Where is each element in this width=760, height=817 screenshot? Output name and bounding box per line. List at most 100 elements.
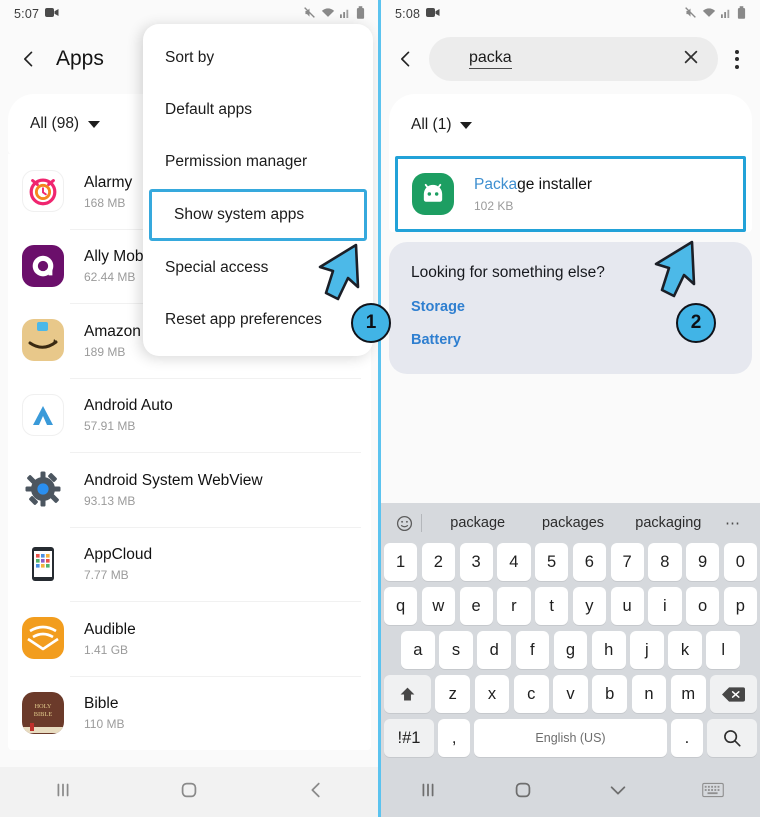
audible-icon [22, 617, 64, 660]
emoji-icon[interactable] [391, 514, 417, 533]
list-item-text: Alarmy 168 MB [84, 173, 132, 210]
search-input-value: packa [469, 49, 512, 69]
back-icon[interactable] [16, 46, 42, 72]
keyboard-icon[interactable] [701, 782, 724, 803]
key-2[interactable]: 2 [421, 543, 455, 581]
key-x[interactable]: x [474, 675, 510, 713]
more-options-icon[interactable] [724, 49, 750, 69]
key-1[interactable]: 1 [384, 543, 418, 581]
key-a[interactable]: a [400, 631, 435, 669]
key-0[interactable]: 0 [723, 543, 757, 581]
home-icon[interactable] [178, 779, 200, 806]
key-o[interactable]: o [686, 587, 720, 625]
recents-icon[interactable] [52, 779, 74, 806]
menu-item-label: Sort by [165, 49, 215, 66]
result-item-package-installer[interactable]: Package installer 102 KB [395, 156, 746, 232]
system-nav-bar [0, 767, 379, 817]
svg-text:HOLY: HOLY [34, 703, 51, 710]
list-item-text: Audible 1.41 GB [84, 620, 136, 657]
chevron-down-icon[interactable] [607, 779, 629, 806]
back-icon[interactable] [393, 46, 419, 72]
back-icon[interactable] [305, 779, 327, 806]
key-period[interactable]: . [671, 719, 703, 757]
key-8[interactable]: 8 [648, 543, 682, 581]
on-screen-keyboard: package packages packaging ⋯ 1 2 3 4 5 6… [381, 503, 760, 767]
suggestion-3[interactable]: packaging [621, 515, 716, 531]
more-suggestions-icon[interactable]: ⋯ [716, 514, 750, 532]
list-item[interactable]: AppCloud 7.77 MB [8, 526, 371, 602]
key-p[interactable]: p [723, 587, 757, 625]
menu-item-label: Permission manager [165, 153, 308, 170]
chevron-down-icon [88, 120, 101, 128]
key-4[interactable]: 4 [497, 543, 531, 581]
list-item[interactable]: Android Auto 57.91 MB [8, 377, 371, 453]
key-3[interactable]: 3 [459, 543, 493, 581]
key-u[interactable]: u [610, 587, 644, 625]
key-7[interactable]: 7 [610, 543, 644, 581]
app-name: Android System WebView [84, 471, 263, 489]
key-h[interactable]: h [591, 631, 626, 669]
key-m[interactable]: m [670, 675, 706, 713]
backspace-icon[interactable] [710, 675, 758, 713]
divider [421, 514, 422, 532]
app-size: 1.41 GB [84, 642, 129, 657]
key-n[interactable]: n [631, 675, 667, 713]
space-key[interactable]: English (US) [474, 719, 667, 757]
key-j[interactable]: j [630, 631, 664, 669]
key-t[interactable]: t [535, 587, 569, 625]
menu-item-sort-by[interactable]: Sort by [143, 32, 373, 84]
battery-icon [356, 6, 365, 22]
suggestion-1[interactable]: package [430, 515, 525, 531]
key-d[interactable]: d [477, 631, 511, 669]
list-item[interactable]: Audible 1.41 GB [8, 601, 371, 676]
key-c[interactable]: c [513, 675, 549, 713]
key-z[interactable]: z [435, 675, 471, 713]
key-l[interactable]: l [706, 631, 741, 669]
result-item-name: Package installer [474, 176, 592, 193]
key-b[interactable]: b [592, 675, 628, 713]
filter-chip-all[interactable]: All (1) [389, 96, 752, 154]
status-icons [684, 6, 746, 22]
right-phone-screen: 5:08 packa All (1) Package installer 102… [381, 0, 760, 817]
home-icon[interactable] [512, 779, 534, 806]
menu-item-show-system-apps[interactable]: Show system apps [149, 189, 367, 241]
list-item-text: Bible 110 MB [84, 694, 124, 731]
key-e[interactable]: e [459, 587, 493, 625]
clear-icon[interactable] [682, 48, 700, 70]
search-input[interactable]: packa [429, 37, 718, 81]
list-item[interactable]: HOLY BIBLE Bible 110 MB [8, 675, 371, 751]
key-f[interactable]: f [515, 631, 550, 669]
symbols-key[interactable]: !#1 [384, 719, 434, 757]
search-icon[interactable] [707, 719, 758, 757]
mouse-cursor [654, 240, 696, 298]
key-v[interactable]: v [553, 675, 588, 713]
key-y[interactable]: y [572, 587, 606, 625]
app-size: 57.91 MB [84, 419, 136, 434]
webview-icon [22, 468, 64, 511]
key-9[interactable]: 9 [686, 543, 720, 581]
key-5[interactable]: 5 [535, 543, 569, 581]
filter-label: All (1) [411, 116, 452, 133]
key-comma[interactable]: , [438, 719, 470, 757]
menu-item-permission-manager[interactable]: Permission manager [143, 136, 373, 188]
wifi-icon [321, 7, 335, 21]
key-w[interactable]: w [421, 587, 455, 625]
keyboard-row-bottom: z x c v b n m [383, 675, 758, 713]
key-q[interactable]: q [384, 587, 418, 625]
key-6[interactable]: 6 [572, 543, 606, 581]
keyboard-row-function: !#1 , English (US) . [384, 719, 758, 757]
list-item[interactable]: Android System WebView 93.13 MB [8, 452, 371, 527]
app-size: 110 MB [84, 717, 125, 732]
suggestion-2[interactable]: packages [525, 515, 620, 531]
menu-item-default-apps[interactable]: Default apps [143, 84, 373, 136]
menu-item-label: Show system apps [174, 206, 305, 223]
key-r[interactable]: r [497, 587, 531, 625]
key-g[interactable]: g [553, 631, 588, 669]
app-name: AppCloud [84, 546, 153, 564]
key-k[interactable]: k [668, 631, 702, 669]
key-s[interactable]: s [439, 631, 473, 669]
mute-icon [303, 6, 316, 22]
recents-icon[interactable] [417, 779, 439, 806]
shift-icon[interactable] [383, 675, 431, 713]
key-i[interactable]: i [648, 587, 682, 625]
